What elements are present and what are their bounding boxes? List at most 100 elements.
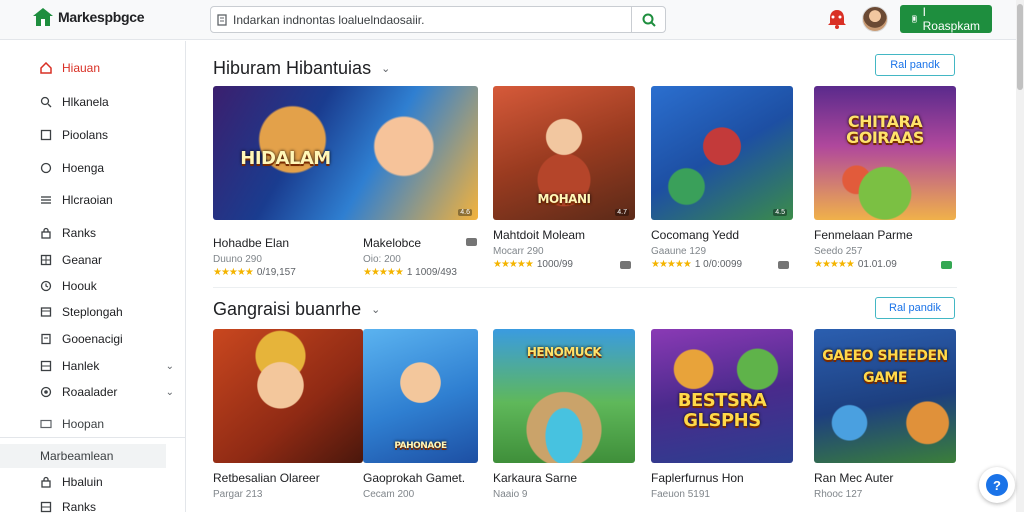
sidebar-item-help[interactable]: Hoopan bbox=[40, 417, 180, 431]
app-thumbnail[interactable]: BESTSRA GLSPHS bbox=[651, 329, 793, 463]
app-card-info[interactable]: Makelobce Oio: 200 ★★★★★ 1 1009/493 bbox=[363, 228, 481, 278]
sidebar-divider bbox=[0, 437, 186, 438]
lock-icon bbox=[40, 476, 52, 488]
app-card[interactable]: HENOMUCK Karkaura Sarne Naaio 9 bbox=[493, 329, 635, 500]
sidebar-section-header: Marbeamlean bbox=[0, 444, 166, 468]
app-thumbnail[interactable]: CHITARA GOIRAAS bbox=[814, 86, 956, 220]
grid-icon bbox=[40, 254, 52, 266]
app-card[interactable]: 4.5 Cocomang Yedd Gaaune 129 ★★★★★ 1 0/0:… bbox=[651, 86, 793, 270]
search-bar[interactable] bbox=[210, 6, 666, 33]
grid-icon bbox=[40, 501, 52, 513]
search-input[interactable] bbox=[233, 7, 631, 32]
search-button[interactable] bbox=[631, 7, 665, 32]
rating-count: 1000/99 bbox=[536, 259, 573, 270]
sidebar-item-more[interactable]: Hanlek ⌄ bbox=[40, 359, 180, 373]
thumbnail-title: PAHONAOE bbox=[394, 441, 447, 451]
sidebar-item-recent[interactable]: Hoouk bbox=[40, 279, 180, 293]
thumbnail-title: HIDALAM bbox=[240, 148, 331, 169]
app-card[interactable]: BESTSRA GLSPHS Faplerfurnus Hon Faeuon 5… bbox=[651, 329, 793, 500]
page-scrollbar[interactable] bbox=[1016, 0, 1024, 512]
sidebar-item-library[interactable]: Steplongah bbox=[40, 305, 180, 319]
user-avatar[interactable] bbox=[862, 6, 888, 32]
rating-stars: ★★★★★ bbox=[493, 259, 534, 270]
app-logo-text: Markespbgce bbox=[58, 9, 145, 25]
sidebar-item-apps[interactable]: Pioolans bbox=[40, 128, 180, 142]
app-card[interactable]: CHITARA GOIRAAS Fenmelaan Parme Seedo 25… bbox=[814, 86, 956, 270]
sidebar-item-label: Hiauan bbox=[62, 61, 101, 75]
app-title: Faplerfurnus Hon bbox=[651, 471, 744, 485]
app-thumbnail[interactable] bbox=[213, 329, 363, 463]
sidebar-item-docs[interactable]: Gooenacigi bbox=[40, 332, 180, 346]
grid-icon bbox=[40, 360, 52, 372]
app-card[interactable]: MOHANI 4.7 Mahtdoit Moleam Mocarr 290 ★★… bbox=[493, 86, 635, 270]
sidebar-item-ranks[interactable]: Ranks bbox=[40, 226, 180, 240]
device-badge-icon bbox=[466, 238, 477, 246]
sidebar-item-search[interactable]: Hlkanela bbox=[40, 95, 180, 109]
thumbnail-title: BESTSRA GLSPHS bbox=[677, 390, 767, 431]
app-card[interactable]: GAEEO SHEEDEN GAME Ran Mec Auter Rhooc 1… bbox=[814, 329, 956, 500]
target-icon bbox=[40, 386, 52, 398]
device-badge-icon bbox=[941, 260, 952, 269]
sidebar-item-bottom-1[interactable]: Hbaluin bbox=[40, 475, 180, 489]
app-thumbnail[interactable]: HENOMUCK bbox=[493, 329, 635, 463]
app-rating: ★★★★★ 01.01.09 bbox=[814, 259, 956, 270]
app-card-info[interactable]: Hohadbe Elan Duuno 290 ★★★★★ 0/19,157 bbox=[213, 228, 353, 278]
app-meta: Oio: 200 bbox=[363, 254, 401, 265]
sidebar-item-home[interactable]: Hiauan bbox=[40, 61, 180, 75]
sidebar-item-games[interactable]: Hoenga bbox=[40, 161, 180, 175]
rating-count: 1 1009/493 bbox=[406, 267, 457, 278]
chevron-down-icon[interactable]: ⌄ bbox=[166, 361, 174, 372]
app-title: Retbesalian Olareer bbox=[213, 471, 320, 485]
sidebar-item-label: Hbaluin bbox=[62, 475, 103, 489]
chevron-down-icon[interactable]: ⌄ bbox=[381, 62, 390, 75]
chevron-down-icon[interactable]: ⌄ bbox=[371, 303, 380, 316]
see-more-button[interactable]: Ral pandk bbox=[875, 54, 955, 76]
app-meta: Seedo 257 bbox=[814, 246, 863, 257]
thumbnail-title: CHITARA GOIRAAS bbox=[846, 112, 924, 147]
sidebar-item-label: Hanlek bbox=[62, 359, 100, 373]
scrollbar-thumb[interactable] bbox=[1017, 4, 1023, 90]
rating-count: 01.01.09 bbox=[857, 259, 897, 270]
app-rating: ★★★★★ 1 0/0:0099 bbox=[651, 259, 793, 270]
app-rating: ★★★★★ 0/19,157 bbox=[213, 267, 353, 278]
clock-icon bbox=[40, 280, 52, 292]
notification-icon[interactable] bbox=[824, 6, 850, 32]
app-thumbnail[interactable]: HIDALAM 4.6 bbox=[213, 86, 478, 220]
sidebar-item-label: Pioolans bbox=[62, 128, 109, 142]
sidebar-item-label: Hlkanela bbox=[62, 95, 109, 109]
rating-tag: 4.7 bbox=[615, 209, 629, 216]
app-meta: Rhooc 127 bbox=[814, 489, 863, 500]
app-meta: Naaio 9 bbox=[493, 489, 528, 500]
thumbnail-title: GAEEO SHEEDEN GAME bbox=[822, 348, 948, 386]
device-badge-icon bbox=[620, 260, 631, 269]
install-button[interactable]: I Roaspkam bbox=[900, 5, 992, 33]
app-card[interactable]: HIDALAM 4.6 bbox=[213, 86, 478, 220]
see-more-button[interactable]: Ral pandik bbox=[875, 297, 955, 319]
sidebar-item-label: Gooenacigi bbox=[62, 332, 123, 346]
app-rating: ★★★★★ 1 1009/493 bbox=[363, 238, 481, 278]
app-thumbnail[interactable]: MOHANI 4.7 bbox=[493, 86, 635, 220]
section-header[interactable]: Hiburam Hibantuias ⌄ bbox=[213, 58, 390, 79]
sidebar-item-loader[interactable]: Roaalader ⌄ bbox=[40, 385, 180, 399]
app-logo[interactable]: Markespbgce bbox=[32, 7, 144, 27]
rating-stars: ★★★★★ bbox=[213, 267, 254, 278]
app-thumbnail[interactable]: GAEEO SHEEDEN GAME bbox=[814, 329, 956, 463]
sidebar-item-label: Ranks bbox=[62, 226, 97, 240]
app-meta: Pargar 213 bbox=[213, 489, 263, 500]
section-divider bbox=[213, 287, 957, 288]
rating-stars: ★★★★★ bbox=[651, 259, 692, 270]
app-card[interactable]: Retbesalian Olareer Pargar 213 bbox=[213, 329, 363, 500]
section-title: Hiburam Hibantuias bbox=[213, 58, 372, 78]
help-button[interactable]: ? bbox=[979, 467, 1015, 503]
doc-icon bbox=[40, 333, 52, 345]
rating-tag: 4.6 bbox=[458, 209, 472, 216]
app-thumbnail[interactable]: 4.5 bbox=[651, 86, 793, 220]
sidebar-item-genre[interactable]: Geanar bbox=[40, 253, 180, 267]
sidebar-item-categories[interactable]: Hlcraoian bbox=[40, 193, 180, 207]
app-card[interactable]: PAHONAOE Gaoprokah Gamet. Cecam 200 bbox=[363, 329, 478, 500]
app-thumbnail[interactable]: PAHONAOE bbox=[363, 329, 478, 463]
section-header[interactable]: Gangraisi buanrhe ⌄ bbox=[213, 299, 380, 320]
store-icon bbox=[32, 7, 54, 27]
chevron-down-icon[interactable]: ⌄ bbox=[166, 387, 174, 398]
help-icon: ? bbox=[986, 474, 1008, 496]
